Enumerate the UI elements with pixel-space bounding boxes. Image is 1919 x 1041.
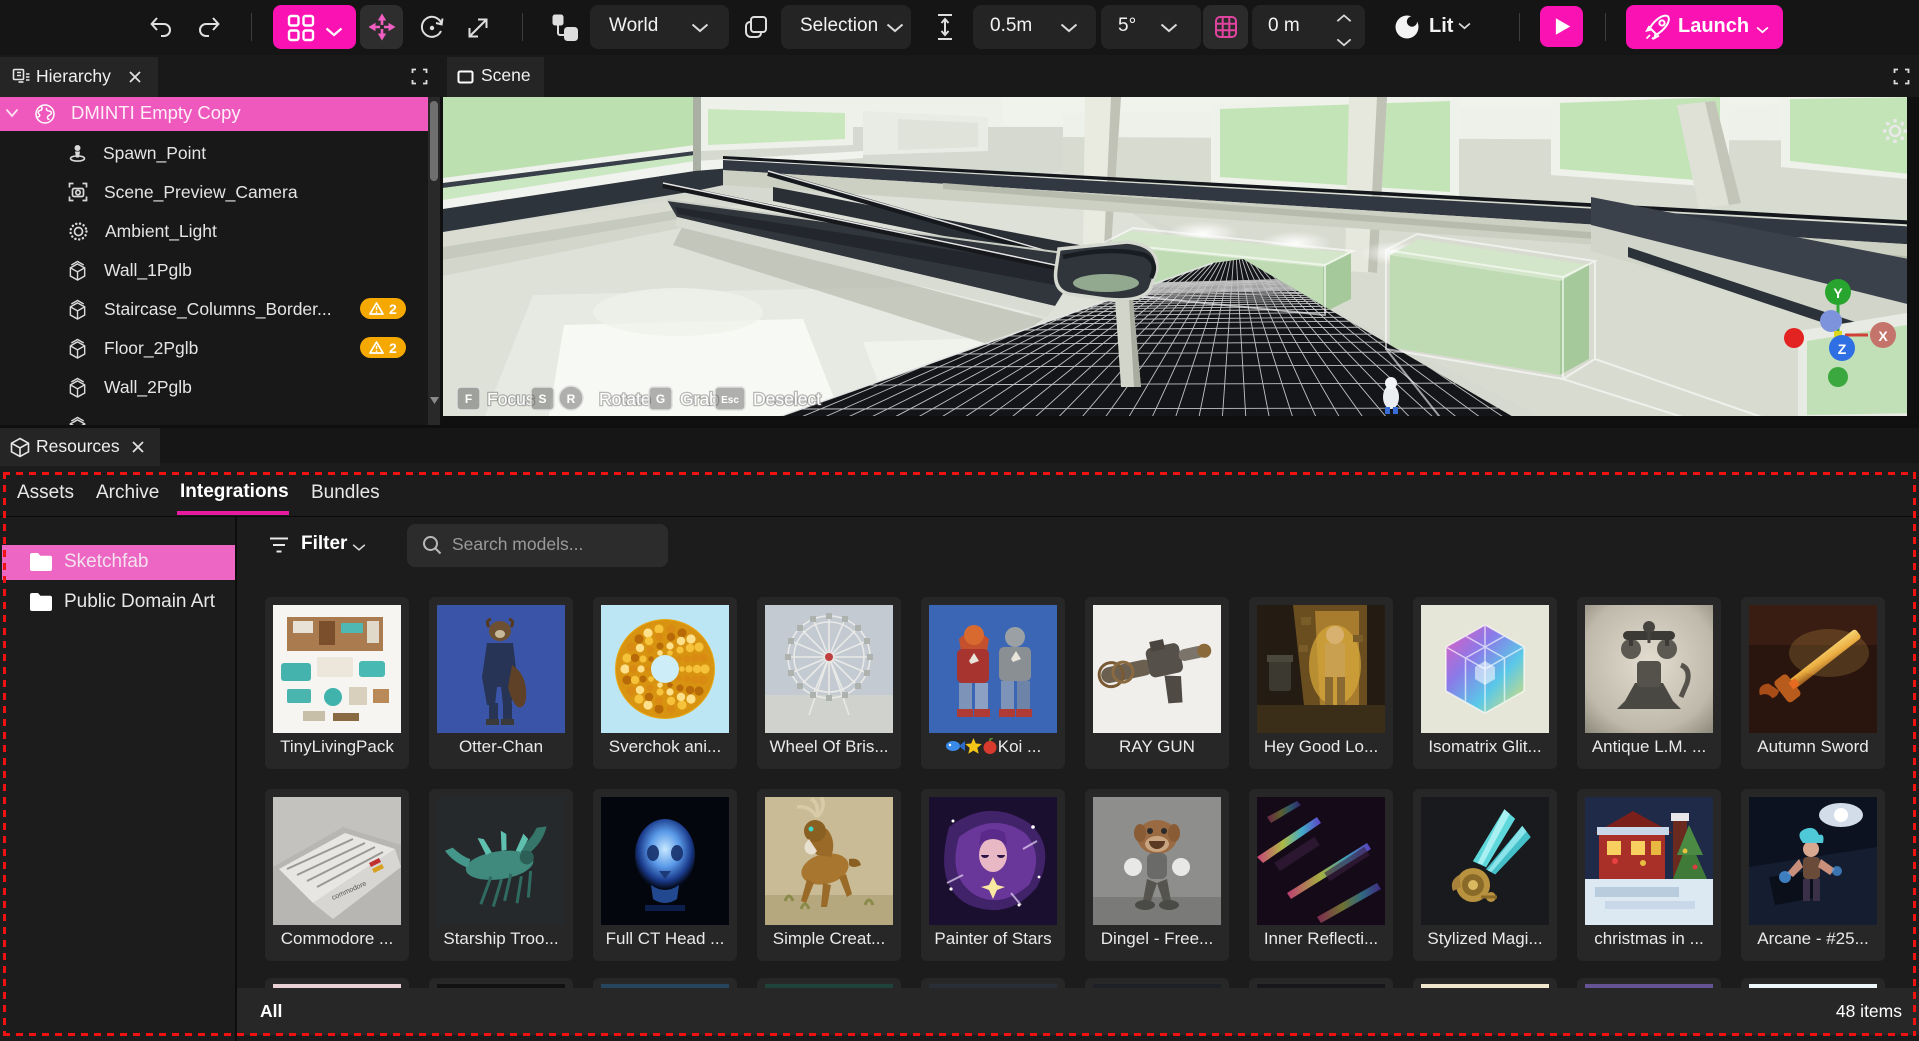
svg-text:Esc: Esc [721, 395, 739, 406]
svg-text:Deselect: Deselect [753, 389, 821, 409]
svg-text:G: G [656, 392, 665, 406]
svg-text:Rotate: Rotate [599, 389, 651, 409]
svg-text:Y: Y [1833, 285, 1843, 301]
svg-text:Grab: Grab [680, 389, 719, 409]
svg-text:Focus: Focus [487, 389, 535, 409]
svg-text:R: R [567, 392, 576, 406]
svg-text:Z: Z [1838, 341, 1847, 357]
svg-text:F: F [465, 392, 472, 406]
svg-text:S: S [538, 392, 546, 406]
svg-text:X: X [1878, 328, 1888, 344]
